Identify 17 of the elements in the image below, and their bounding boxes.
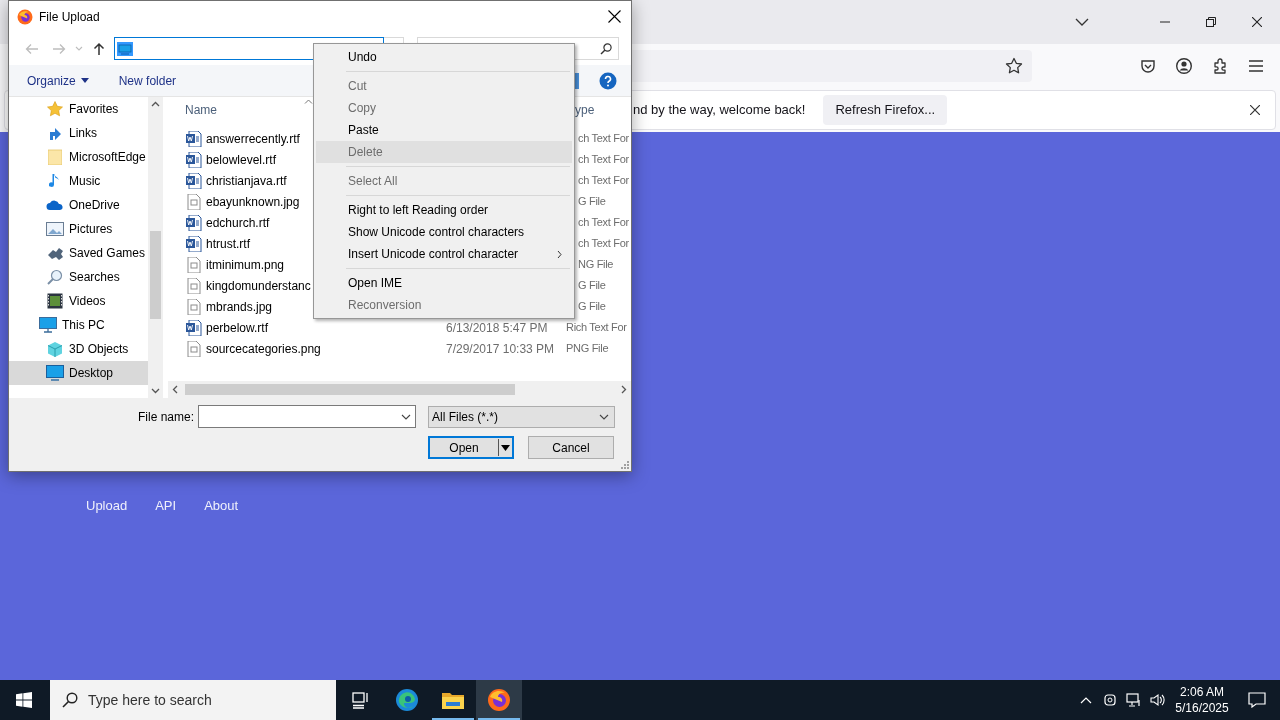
file-type: ch Text For <box>577 215 629 231</box>
file-type: ch Text For <box>577 236 629 252</box>
notification-message: nd by the way, welcome back! <box>633 101 806 120</box>
file-type: G File <box>577 194 606 210</box>
file-type: Rich Text For <box>566 320 627 336</box>
file-type: ch Text For <box>577 173 629 189</box>
file-name-label: File name: <box>138 408 194 426</box>
file-date: 7/29/2017 10:33 PM <box>446 340 555 358</box>
file-type: PNG File <box>566 341 609 357</box>
window-title: File Upload <box>39 8 100 26</box>
file-date: 6/13/2018 5:47 PM <box>446 319 548 337</box>
file-type: G File <box>577 278 606 294</box>
search-placeholder: Type here to search <box>88 690 212 710</box>
file-type: ch Text For <box>577 131 629 147</box>
file-type: NG File <box>577 257 614 273</box>
file-type: ch Text For <box>577 152 629 168</box>
file-type: G File <box>577 299 606 315</box>
